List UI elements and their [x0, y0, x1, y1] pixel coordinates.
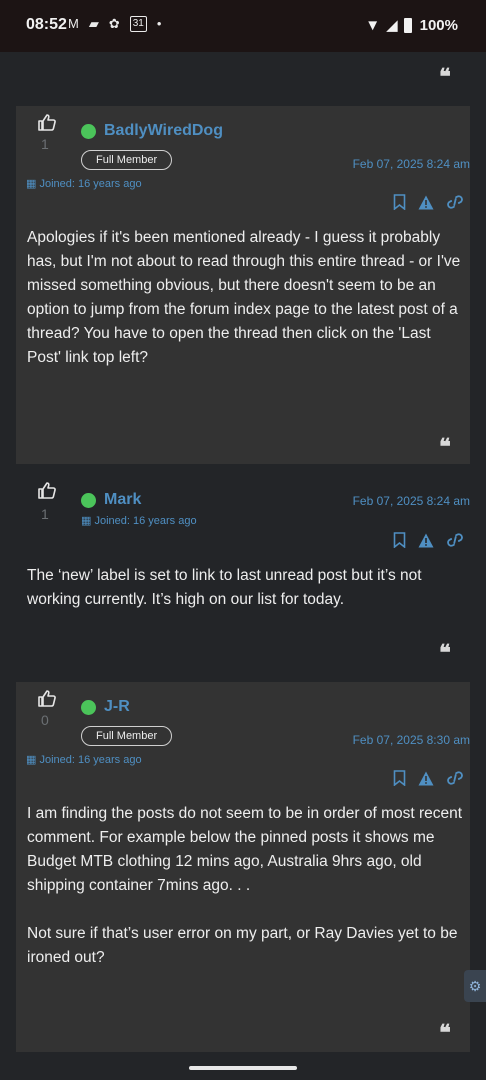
- flag-icon: ▰: [88, 16, 99, 31]
- username-link[interactable]: J-R: [104, 698, 130, 716]
- thumbs-up-icon[interactable]: [38, 482, 56, 504]
- bookmark-icon[interactable]: [393, 532, 406, 548]
- link-icon[interactable]: [446, 195, 464, 209]
- status-bar: 08:52 M ▰ ✿ 31 • ▼ ◢ 100%: [0, 0, 486, 52]
- gmail-icon: M: [68, 16, 79, 31]
- username-link[interactable]: Mark: [104, 491, 141, 509]
- gear-icon[interactable]: ⚙: [464, 970, 486, 1002]
- joined-info: ▦ Joined: 16 years ago: [26, 753, 142, 766]
- post-actions: [393, 194, 464, 210]
- online-status-dot: [81, 700, 96, 715]
- link-icon[interactable]: [446, 771, 464, 785]
- paw-icon: ✿: [108, 16, 120, 31]
- online-status-dot: [81, 124, 96, 139]
- more-notifications-icon: •: [156, 16, 162, 31]
- status-time: 08:52: [26, 16, 67, 33]
- post-paragraph: I am finding the posts do not seem to be…: [27, 805, 463, 894]
- post-date[interactable]: Feb 07, 2025 8:30 am: [353, 733, 470, 747]
- quote-icon[interactable]: ❝: [439, 66, 451, 88]
- like-count: 1: [41, 506, 49, 522]
- calendar-app-icon: 31: [129, 16, 147, 32]
- post-actions: [393, 770, 464, 786]
- post-date[interactable]: Feb 07, 2025 8:24 am: [353, 494, 470, 508]
- joined-text: Joined: 16 years ago: [94, 515, 197, 527]
- post-date[interactable]: Feb 07, 2025 8:24 am: [353, 157, 470, 171]
- like-count: 0: [41, 712, 49, 728]
- rank-badge: Full Member: [81, 726, 173, 746]
- online-status-dot: [81, 493, 96, 508]
- warning-icon[interactable]: [418, 771, 434, 786]
- bookmark-icon[interactable]: [393, 194, 406, 210]
- quote-icon[interactable]: ❝: [439, 1022, 451, 1044]
- thumbs-up-icon[interactable]: [38, 114, 56, 136]
- joined-text: Joined: 16 years ago: [39, 754, 142, 766]
- username-link[interactable]: BadlyWiredDog: [104, 122, 223, 140]
- calendar-icon: ▦: [81, 515, 92, 527]
- post-body: Apologies if it's been mentioned already…: [27, 226, 467, 370]
- like-count: 1: [41, 136, 49, 152]
- quote-icon[interactable]: ❝: [439, 436, 451, 458]
- signal-icon: ◢: [386, 17, 398, 34]
- thumbs-up-icon[interactable]: [38, 690, 56, 712]
- battery-icon: [403, 17, 412, 33]
- rank-badge: Full Member: [81, 150, 173, 170]
- post-card: 1 Mark Feb 07, 2025 8:24 am ▦ Joined: 16…: [16, 474, 470, 670]
- post-actions: [393, 532, 464, 548]
- post-paragraph: Apologies if it's been mentioned already…: [27, 229, 461, 366]
- navigation-handle[interactable]: [189, 1066, 297, 1070]
- calendar-icon: ▦: [26, 178, 37, 190]
- post-card: 0 J-R Full Member Feb 07, 2025 8:30 am ▦…: [16, 682, 470, 1052]
- wifi-icon: ▼: [365, 16, 381, 34]
- system-icons: ▼ ◢ 100%: [365, 16, 458, 35]
- post-paragraph: The ‘new’ label is set to link to last u…: [27, 567, 422, 608]
- joined-info: ▦ Joined: 16 years ago: [26, 177, 142, 190]
- warning-icon[interactable]: [418, 533, 434, 548]
- post-body: The ‘new’ label is set to link to last u…: [27, 564, 467, 612]
- calendar-icon: ▦: [26, 754, 37, 766]
- post-paragraph: Not sure if that’s user error on my part…: [27, 925, 458, 966]
- warning-icon[interactable]: [418, 195, 434, 210]
- notification-icons: M ▰ ✿ 31 •: [68, 16, 161, 32]
- quote-icon[interactable]: ❝: [439, 642, 451, 664]
- joined-text: Joined: 16 years ago: [39, 178, 142, 190]
- post-card: 1 BadlyWiredDog Full Member Feb 07, 2025…: [16, 106, 470, 464]
- battery-level: 100%: [419, 16, 458, 34]
- bookmark-icon[interactable]: [393, 770, 406, 786]
- forum-thread: ❝ 1 BadlyWiredDog Full Member Feb 07, 20…: [0, 52, 486, 1080]
- joined-info: ▦ Joined: 16 years ago: [81, 514, 197, 527]
- post-body: I am finding the posts do not seem to be…: [27, 802, 467, 970]
- link-icon[interactable]: [446, 533, 464, 547]
